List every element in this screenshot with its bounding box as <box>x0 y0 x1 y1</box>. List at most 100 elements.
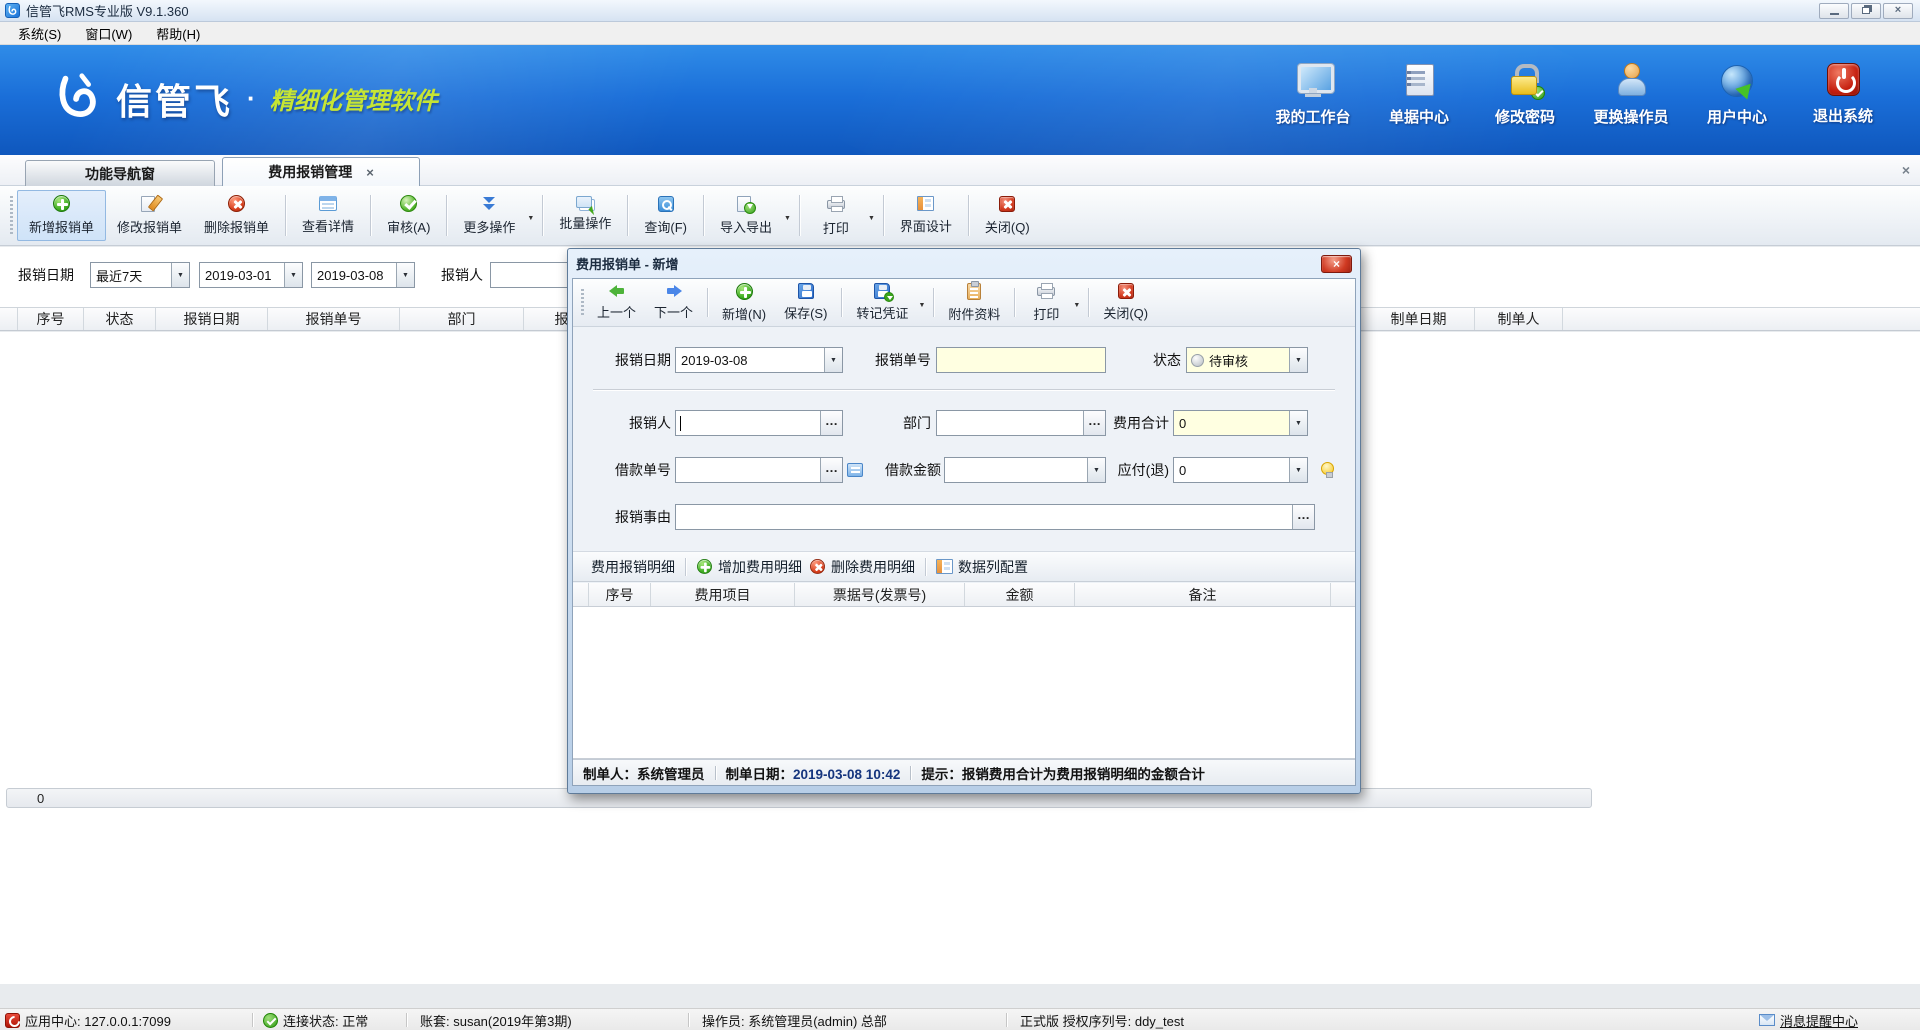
date-range-select[interactable]: 最近7天 <box>90 262 190 288</box>
tabstrip-close-icon[interactable]: × <box>1902 163 1910 177</box>
person-input[interactable] <box>675 410 843 436</box>
dialog-titlebar[interactable]: 费用报销单 - 新增 × <box>572 249 1356 278</box>
chevron-down-icon[interactable] <box>1073 295 1080 310</box>
chevron-down-icon[interactable] <box>824 348 842 372</box>
batch-actions-button[interactable]: 批量操作 <box>548 186 622 245</box>
brand-logo-icon <box>52 71 104 126</box>
loan-amount-combo[interactable] <box>944 457 1106 483</box>
columns-config-icon <box>936 559 953 574</box>
chevron-down-icon[interactable] <box>784 208 791 223</box>
column-make-date[interactable]: 制单日期 <box>1363 308 1475 330</box>
user-center-button[interactable]: 用户中心 <box>1684 63 1790 127</box>
toolbar-separator <box>703 195 704 236</box>
chevron-down-icon[interactable] <box>396 263 414 287</box>
chevron-down-icon[interactable] <box>1289 411 1307 435</box>
new-record-button[interactable]: 新增(N) <box>713 279 775 326</box>
modify-expense-button[interactable]: 修改报销单 <box>106 186 193 245</box>
column-expense-date[interactable]: 报销日期 <box>156 308 268 330</box>
window-title: 信管飞RMS专业版 V9.1.360 <box>26 1 189 20</box>
detail-column-invoice[interactable]: 票据号(发票号) <box>795 583 965 606</box>
menu-help[interactable]: 帮助(H) <box>144 21 212 46</box>
tab-navigation[interactable]: 功能导航窗 <box>25 160 215 186</box>
delete-expense-button[interactable]: 删除报销单 <box>193 186 280 245</box>
expense-date-combo[interactable]: 2019-03-08 <box>675 347 843 373</box>
total-combo[interactable]: 0 <box>1173 410 1308 436</box>
detail-column-item[interactable]: 费用项目 <box>651 583 795 606</box>
remove-detail-button[interactable]: 删除费用明细 <box>809 557 915 577</box>
post-voucher-button[interactable]: 转记凭证 <box>847 279 928 326</box>
reason-lookup-button[interactable] <box>1292 505 1314 529</box>
chevron-down-icon[interactable] <box>1289 458 1307 482</box>
detail-column-amount[interactable]: 金额 <box>965 583 1075 606</box>
layout-design-icon <box>917 196 934 211</box>
print-button[interactable]: 打印 <box>805 186 878 245</box>
dialog-print-button[interactable]: 打印 <box>1020 279 1083 326</box>
app-center-status[interactable]: 应用中心: 127.0.0.1:7099 <box>5 1009 171 1030</box>
toolbar-separator <box>685 558 686 576</box>
payable-combo[interactable]: 0 <box>1173 457 1308 483</box>
dialog-tip: 提示：报销费用合计为费用报销明细的金额合计 <box>921 763 1205 783</box>
detail-column-index[interactable]: 序号 <box>589 583 651 606</box>
chevron-down-icon[interactable] <box>527 208 534 223</box>
arrow-badge-icon <box>884 292 894 302</box>
audit-button[interactable]: 审核(A) <box>376 186 441 245</box>
bill-no-input[interactable] <box>936 347 1106 373</box>
add-expense-button[interactable]: 新增报销单 <box>17 186 106 245</box>
more-actions-button[interactable]: 更多操作 <box>452 186 537 245</box>
make-date-value: 2019-03-08 10:42 <box>793 767 900 782</box>
chevron-down-icon[interactable] <box>171 263 189 287</box>
switch-operator-button[interactable]: 更换操作员 <box>1578 63 1684 127</box>
column-department[interactable]: 部门 <box>400 308 524 330</box>
floppy-save-icon <box>798 283 814 299</box>
column-status[interactable]: 状态 <box>84 308 156 330</box>
tab-expense-management[interactable]: 费用报销管理 × <box>222 157 420 186</box>
dept-input[interactable] <box>936 410 1106 436</box>
detail-tab[interactable]: 费用报销明细 <box>591 557 675 577</box>
view-detail-button[interactable]: 查看详情 <box>291 186 365 245</box>
loan-no-input[interactable] <box>675 457 843 483</box>
prev-record-button[interactable]: 上一个 <box>588 279 645 326</box>
close-page-button[interactable]: 关闭(Q) <box>974 186 1041 245</box>
maximize-button[interactable] <box>1851 3 1881 19</box>
column-index[interactable]: 序号 <box>18 308 84 330</box>
chevron-down-icon[interactable] <box>1289 348 1307 372</box>
dialog-close-toolbar-button[interactable]: 关闭(Q) <box>1094 279 1157 326</box>
query-button[interactable]: 查询(F) <box>633 186 698 245</box>
chevron-down-icon[interactable] <box>918 295 925 310</box>
hint-bulb-icon[interactable] <box>1321 462 1334 475</box>
column-config-button[interactable]: 数据列配置 <box>936 557 1028 577</box>
reason-input[interactable] <box>675 504 1315 530</box>
detail-toolbar: 费用报销明细 增加费用明细 删除费用明细 数据列配置 <box>573 551 1355 582</box>
column-bill-no[interactable]: 报销单号 <box>268 308 400 330</box>
save-button[interactable]: 保存(S) <box>775 279 836 326</box>
close-button[interactable]: × <box>1883 3 1913 19</box>
add-detail-button[interactable]: 增加费用明细 <box>696 557 802 577</box>
import-export-button[interactable]: 导入导出 <box>709 186 794 245</box>
loan-browse-icon[interactable] <box>847 463 863 477</box>
date-to-select[interactable]: 2019-03-08 <box>311 262 415 288</box>
person-lookup-button[interactable] <box>820 411 842 435</box>
exit-system-button[interactable]: 退出系统 <box>1790 63 1896 127</box>
chevron-down-icon[interactable] <box>868 208 875 223</box>
message-center-link[interactable]: 消息提醒中心 <box>1759 1009 1858 1030</box>
filter-person-label: 报销人 <box>441 262 483 288</box>
document-center-button[interactable]: 单据中心 <box>1366 63 1472 127</box>
next-record-button[interactable]: 下一个 <box>645 279 702 326</box>
ui-design-button[interactable]: 界面设计 <box>889 186 963 245</box>
dialog-close-button[interactable]: × <box>1321 255 1352 273</box>
chevron-down-icon[interactable] <box>284 263 302 287</box>
date-from-select[interactable]: 2019-03-01 <box>199 262 303 288</box>
status-combo[interactable]: 待审核 <box>1186 347 1308 373</box>
attachment-button[interactable]: 附件资料 <box>939 279 1009 326</box>
minimize-button[interactable] <box>1819 3 1849 19</box>
change-password-button[interactable]: 修改密码 <box>1472 63 1578 127</box>
tab-close-icon[interactable]: × <box>366 166 374 179</box>
menu-window[interactable]: 窗口(W) <box>73 21 144 46</box>
menu-system[interactable]: 系统(S) <box>6 21 73 46</box>
my-workbench-button[interactable]: 我的工作台 <box>1260 63 1366 127</box>
loan-lookup-button[interactable] <box>820 458 842 482</box>
detail-column-note[interactable]: 备注 <box>1075 583 1331 606</box>
tab-strip: 功能导航窗 费用报销管理 × × <box>0 155 1920 186</box>
operator-status: 操作员: 系统管理员(admin) 总部 <box>702 1009 887 1030</box>
column-maker[interactable]: 制单人 <box>1475 308 1563 330</box>
